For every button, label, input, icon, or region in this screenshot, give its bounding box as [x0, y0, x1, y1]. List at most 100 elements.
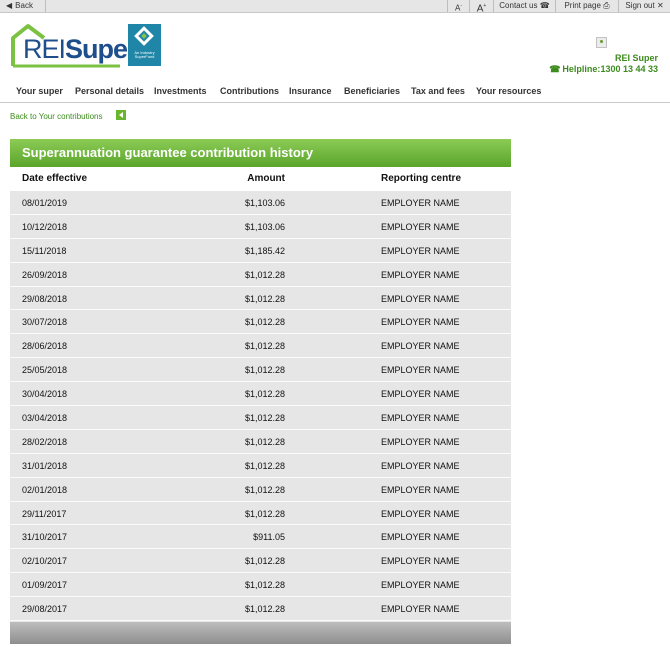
panel-header: Superannuation guarantee contribution hi…	[10, 139, 511, 167]
nav-personal-details[interactable]: Personal details	[75, 86, 144, 96]
date-cell: 02/10/2017	[22, 556, 68, 567]
diamond-icon	[134, 26, 154, 46]
helpline-label: Helpline:	[562, 64, 601, 74]
top-toolbar: ◀ Back A- A+ Contact us ☎ Print page ⎙ Si…	[0, 0, 670, 14]
table-row: 31/10/2017 $911.05 EMPLOYER NAME	[10, 525, 511, 550]
reporting-centre-cell: EMPLOYER NAME	[381, 604, 460, 615]
logo-text-rei: REI	[23, 34, 66, 64]
reporting-centre-cell: EMPLOYER NAME	[381, 245, 460, 256]
reporting-centre-cell: EMPLOYER NAME	[381, 532, 460, 543]
contribution-history-panel: Superannuation guarantee contribution hi…	[10, 139, 511, 644]
date-cell: 10/12/2018	[22, 221, 68, 232]
table-row: 29/11/2017 $1,012.28 EMPLOYER NAME	[10, 502, 511, 526]
reporting-centre-cell: EMPLOYER NAME	[381, 413, 460, 424]
reporting-centre-cell: EMPLOYER NAME	[381, 293, 460, 304]
increase-font-button[interactable]: A+	[469, 0, 493, 14]
date-cell: 29/08/2018	[22, 293, 68, 304]
date-cell: 26/09/2018	[22, 269, 68, 280]
industry-superfund-badge: An Industry SuperFund	[128, 24, 161, 66]
reporting-centre-cell: EMPLOYER NAME	[381, 221, 460, 232]
amount-cell: $1,103.06	[244, 198, 285, 208]
nav-investments[interactable]: Investments	[154, 86, 207, 96]
date-cell: 03/04/2018	[22, 413, 68, 424]
phone-icon: ☎	[549, 64, 561, 74]
date-cell: 01/09/2017	[22, 580, 68, 591]
decrease-font-button[interactable]: A-	[447, 0, 469, 13]
date-cell: 29/08/2017	[22, 604, 68, 615]
date-cell: 28/02/2018	[22, 436, 68, 447]
table-row: 01/09/2017 $1,012.28 EMPLOYER NAME	[10, 573, 511, 598]
amount-cell: $1,012.28	[244, 484, 285, 495]
date-cell: 02/01/2018	[22, 484, 68, 495]
reporting-centre-cell: EMPLOYER NAME	[381, 556, 460, 567]
reporting-centre-cell: EMPLOYER NAME	[381, 269, 460, 280]
reporting-centre-cell: EMPLOYER NAME	[381, 460, 460, 471]
date-cell: 31/01/2018	[22, 460, 68, 471]
nav-contributions[interactable]: Contributions	[220, 86, 279, 96]
amount-cell: $1,012.28	[244, 341, 285, 352]
amount-cell: $1,012.28	[244, 293, 285, 304]
reporting-centre-cell: EMPLOYER NAME	[381, 341, 460, 352]
reporting-centre-cell: EMPLOYER NAME	[381, 389, 460, 400]
reporting-centre-cell: EMPLOYER NAME	[381, 436, 460, 447]
date-cell: 30/04/2018	[22, 389, 68, 400]
nav-your-resources[interactable]: Your resources	[476, 86, 541, 96]
date-cell: 25/05/2018	[22, 365, 68, 376]
contact-label: Contact us	[499, 1, 538, 10]
close-icon: ✕	[656, 1, 664, 10]
table-row: 02/10/2017 $1,012.28 EMPLOYER NAME	[10, 549, 511, 574]
panel-footer	[10, 622, 511, 644]
back-arrow-icon: ◀	[6, 1, 13, 10]
phone-icon: ☎	[539, 1, 550, 10]
table-row: 02/01/2018 $1,012.28 EMPLOYER NAME	[10, 478, 511, 502]
date-cell: 30/07/2018	[22, 317, 68, 328]
date-cell: 29/11/2017	[22, 508, 67, 519]
print-label: Print page	[564, 1, 601, 10]
amount-cell: $1,012.28	[244, 317, 285, 328]
amount-cell: $1,012.28	[244, 389, 285, 400]
nav-insurance[interactable]: Insurance	[289, 86, 332, 96]
table-row: 26/09/2018 $1,012.28 EMPLOYER NAME	[10, 263, 511, 287]
amount-cell: $1,012.28	[244, 604, 285, 615]
date-cell: 28/06/2018	[22, 341, 68, 352]
user-icon[interactable]	[596, 37, 607, 48]
brand-name: REI Super	[614, 53, 658, 63]
back-button[interactable]: ◀ Back	[0, 0, 46, 12]
table-row: 29/08/2018 $1,012.28 EMPLOYER NAME	[10, 287, 511, 311]
table-row: 25/05/2018 $1,012.28 EMPLOYER NAME	[10, 358, 511, 383]
reporting-centre-cell: EMPLOYER NAME	[381, 508, 460, 519]
table-row: 15/11/2018 $1,185.42 EMPLOYER NAME	[10, 239, 511, 263]
sign-out-button[interactable]: Sign out ✕	[618, 0, 670, 12]
back-label: Back	[15, 1, 33, 10]
table-row: 29/08/2017 $1,012.28 EMPLOYER NAME	[10, 597, 511, 622]
back-to-contributions-link[interactable]: Back to Your contributions	[10, 112, 103, 121]
date-cell: 31/10/2017	[22, 532, 68, 543]
table-row: 28/02/2018 $1,012.28 EMPLOYER NAME	[10, 430, 511, 454]
helpline-number: 1300 13 44 33	[600, 64, 658, 74]
print-page-button[interactable]: Print page ⎙	[555, 0, 618, 12]
date-cell: 15/11/2018	[22, 245, 67, 256]
nav-beneficiaries[interactable]: Beneficiaries	[344, 86, 400, 96]
amount-cell: $1,103.06	[244, 221, 285, 232]
back-chevron-icon[interactable]	[116, 110, 126, 120]
reporting-centre-cell: EMPLOYER NAME	[381, 580, 460, 591]
sign-out-label: Sign out	[625, 1, 655, 10]
reporting-centre-cell: EMPLOYER NAME	[381, 317, 460, 328]
rei-super-logo[interactable]: REISuper	[10, 22, 138, 68]
table-row: 03/04/2018 $1,012.28 EMPLOYER NAME	[10, 406, 511, 430]
nav-tax-and-fees[interactable]: Tax and fees	[411, 86, 465, 96]
contact-us-button[interactable]: Contact us ☎	[493, 0, 555, 12]
table-row: 30/07/2018 $1,012.28 EMPLOYER NAME	[10, 310, 511, 335]
reporting-centre-cell: EMPLOYER NAME	[381, 198, 460, 208]
logo-text: REISuper	[23, 34, 138, 65]
amount-cell: $1,012.28	[244, 460, 285, 471]
helpline: ☎ Helpline:1300 13 44 33	[549, 64, 658, 75]
nav-your-super[interactable]: Your super	[16, 86, 63, 96]
column-date-effective: Date effective	[22, 173, 88, 184]
date-cell: 08/01/2019	[22, 198, 68, 208]
amount-cell: $1,012.28	[244, 269, 285, 280]
amount-cell: $911.05	[253, 532, 285, 543]
main-nav: Your super Personal details Investments …	[0, 84, 670, 103]
amount-cell: $1,185.42	[244, 245, 285, 256]
table-row: 28/06/2018 $1,012.28 EMPLOYER NAME	[10, 334, 511, 359]
